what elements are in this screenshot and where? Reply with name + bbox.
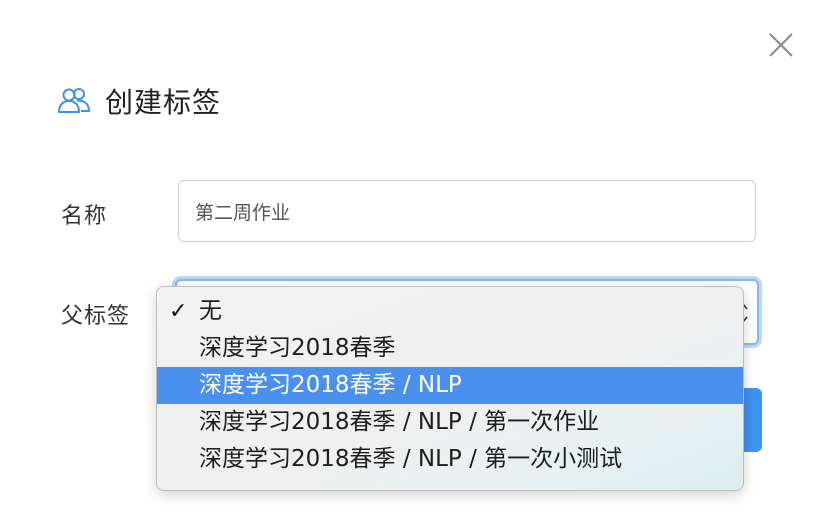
option-label: 深度学习2018春季 / NLP bbox=[199, 372, 462, 398]
users-icon bbox=[57, 86, 91, 116]
dropdown-option[interactable]: 深度学习2018春季 / NLP / 第一次小测试 bbox=[157, 441, 743, 478]
dialog-header: 创建标签 bbox=[57, 82, 221, 120]
create-tag-dialog: 创建标签 名称 父标签 ✓ 无 深度学习2018春季 深度学习2018春季 / … bbox=[0, 0, 824, 532]
dialog-title: 创建标签 bbox=[105, 86, 222, 119]
dropdown-option-highlighted[interactable]: 深度学习2018春季 / NLP bbox=[157, 367, 743, 404]
option-label: 深度学习2018春季 bbox=[199, 335, 396, 361]
close-icon[interactable] bbox=[766, 30, 796, 60]
option-label: 深度学习2018春季 / NLP / 第一次小测试 bbox=[199, 446, 623, 472]
dropdown-option[interactable]: 深度学习2018春季 / NLP / 第一次作业 bbox=[157, 404, 743, 441]
dropdown-option[interactable]: 深度学习2018春季 bbox=[157, 330, 743, 367]
option-label: 无 bbox=[199, 298, 222, 324]
name-label: 名称 bbox=[61, 204, 108, 229]
parent-tag-label: 父标签 bbox=[61, 304, 131, 329]
dropdown-option-none[interactable]: ✓ 无 bbox=[157, 293, 743, 330]
name-input[interactable] bbox=[178, 180, 756, 242]
parent-tag-dropdown: ✓ 无 深度学习2018春季 深度学习2018春季 / NLP 深度学习2018… bbox=[156, 286, 744, 491]
checkmark-icon: ✓ bbox=[169, 299, 188, 324]
option-label: 深度学习2018春季 / NLP / 第一次作业 bbox=[199, 409, 600, 435]
